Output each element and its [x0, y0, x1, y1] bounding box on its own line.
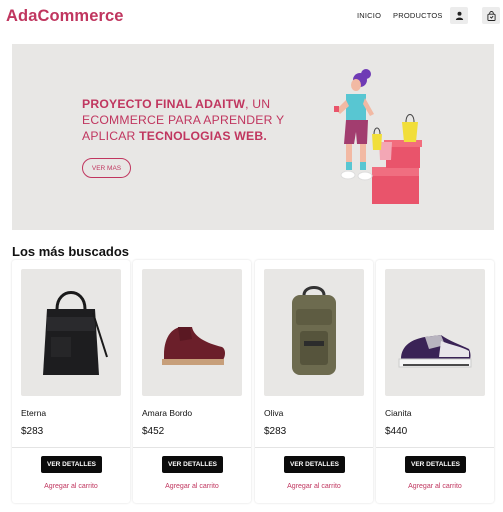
add-to-cart-link[interactable]: Agregar al carrito — [255, 483, 373, 490]
hero-headline: PROYECTO FINAL ADAITW, UN ECOMMERCE PARA… — [82, 96, 302, 144]
sneaker-image — [398, 335, 472, 368]
product-image-black-bag[interactable] — [21, 269, 121, 396]
add-to-cart-link[interactable]: Agregar al carrito — [12, 483, 130, 490]
cart-icon — [486, 10, 496, 21]
product-card: Cianita $440 VER DETALLES Agregar al car… — [376, 260, 494, 503]
olive-backpack-image — [292, 286, 336, 375]
card-divider — [255, 447, 373, 448]
burgundy-boot-image — [162, 327, 225, 365]
product-card: Oliva $283 VER DETALLES Agregar al carri… — [255, 260, 373, 503]
woman-with-shopping-bags-illustration — [334, 69, 422, 204]
product-image-olive-backpack[interactable] — [264, 269, 364, 396]
product-card: Eterna $283 VER DETALLES Agregar al carr… — [12, 260, 130, 503]
cart-button[interactable] — [482, 7, 500, 24]
brand-logo[interactable]: AdaCommerce — [6, 7, 124, 26]
hero-headline-bold-2: TECNOLOGIAS WEB. — [139, 129, 267, 143]
user-icon — [455, 11, 463, 20]
product-price: $283 — [21, 426, 44, 437]
hero-headline-bold-1: PROYECTO FINAL ADAITW — [82, 97, 246, 111]
card-divider — [133, 447, 251, 448]
product-price: $283 — [264, 426, 287, 437]
product-name: Oliva — [264, 408, 284, 418]
black-bag-image — [43, 291, 108, 375]
product-name: Amara Bordo — [142, 408, 193, 418]
product-image-sneaker[interactable] — [385, 269, 485, 396]
ver-detalles-button[interactable]: VER DETALLES — [162, 456, 223, 473]
add-to-cart-link[interactable]: Agregar al carrito — [376, 483, 494, 490]
card-divider — [376, 447, 494, 448]
user-button[interactable] — [450, 7, 468, 24]
product-image-burgundy-boot[interactable] — [142, 269, 242, 396]
card-divider — [12, 447, 130, 448]
ver-detalles-button[interactable]: VER DETALLES — [41, 456, 102, 473]
product-name: Eterna — [21, 408, 47, 418]
top-navbar: AdaCommerce INICIO PRODUCTOS — [0, 0, 503, 34]
product-price: $452 — [142, 426, 165, 437]
ver-mas-button[interactable]: VER MAS — [82, 158, 131, 178]
ver-detalles-button[interactable]: VER DETALLES — [284, 456, 345, 473]
product-name: Cianita — [385, 408, 412, 418]
product-card: Amara Bordo $452 VER DETALLES Agregar al… — [133, 260, 251, 503]
section-title: Los más buscados — [12, 244, 130, 259]
nav-link-productos[interactable]: PRODUCTOS — [393, 11, 443, 20]
ver-detalles-button[interactable]: VER DETALLES — [405, 456, 466, 473]
hero-banner: PROYECTO FINAL ADAITW, UN ECOMMERCE PARA… — [12, 44, 494, 230]
product-price: $440 — [385, 426, 408, 437]
nav-link-inicio[interactable]: INICIO — [357, 11, 381, 20]
add-to-cart-link[interactable]: Agregar al carrito — [133, 483, 251, 490]
